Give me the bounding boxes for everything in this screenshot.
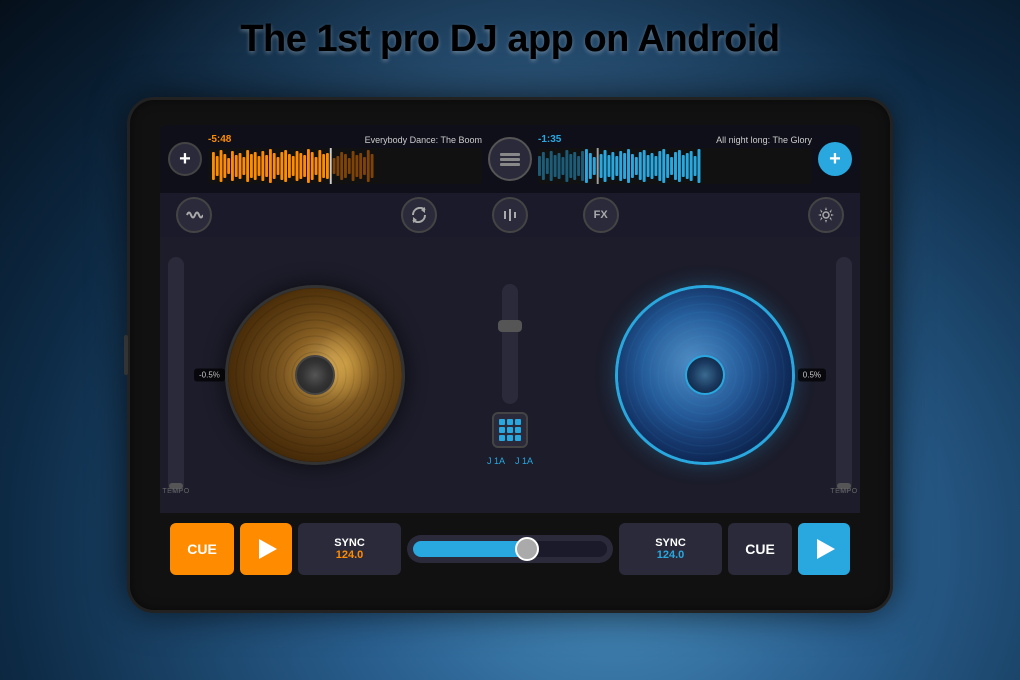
grid-dot-1 [499,419,505,425]
track-right-name: All night long: The Glory [716,135,812,145]
pitch-badge-left: -0.5% [194,369,225,382]
sync-toggle-button[interactable] [401,197,437,233]
center-labels: J 1A J 1A [487,456,533,466]
crossfader-thumb[interactable] [515,537,539,561]
grid-dot-4 [499,427,505,433]
vinyl-line-2 [500,158,520,161]
top-waveform-bar: + -5:48 Everybody Dance: The Boom [160,125,860,193]
grid-dot-2 [507,419,513,425]
plus-icon-right: + [829,148,841,171]
cue-label-left: CUE [187,541,217,557]
center-vinyl-button[interactable] [488,137,532,181]
sync-bpm-right: 124.0 [657,549,685,561]
fx-label: FX [594,209,608,221]
vinyl-line-1 [500,153,520,156]
waveform-bars-orange [208,148,482,184]
tempo-slider-right[interactable]: TEMPO [836,257,852,493]
track-left-panel: -5:48 Everybody Dance: The Boom [208,134,482,184]
vinyl-right-image [618,288,792,462]
track-right-time: -1:35 [538,134,561,145]
sync-label-right: SYNC [655,537,686,549]
grid-dot-6 [515,427,521,433]
deck-right: 0.5% TEMPO [550,237,860,513]
track-right-info: -1:35 All night long: The Glory [538,134,812,145]
tempo-slider-left[interactable]: TEMPO [168,257,184,493]
tablet-screen: + -5:48 Everybody Dance: The Boom [160,125,860,585]
play-icon-left [259,539,277,559]
track-right-panel: -1:35 All night long: The Glory [538,134,812,184]
grid-dot-9 [515,435,521,441]
vinyl-disc-right[interactable] [615,285,795,465]
center-label-left: J 1A [487,456,505,466]
cue-button-right[interactable]: CUE [728,523,792,575]
track-left-info: -5:48 Everybody Dance: The Boom [208,134,482,145]
bottom-controls: CUE SYNC 124.0 SYNC 124. [160,513,860,585]
sync-button-right[interactable]: SYNC 124.0 [619,523,722,575]
title-area: The 1st pro DJ app on Android [0,18,1020,61]
play-icon-right [817,539,835,559]
settings-button[interactable] [808,197,844,233]
crossfader-vertical[interactable] [502,284,518,404]
deck-left: TEMPO -0.5% [160,237,470,513]
eq-button[interactable] [492,197,528,233]
waveform-bars-blue [538,148,812,184]
track-left-time: -5:48 [208,134,231,145]
dj-interface: + -5:48 Everybody Dance: The Boom [160,125,860,585]
fx-button[interactable]: FX [583,197,619,233]
vinyl-left-image [228,288,402,462]
center-panel: J 1A J 1A [470,237,550,513]
tablet-side-button [124,335,128,375]
grid-dot-8 [507,435,513,441]
vinyl-line-3 [500,163,520,166]
waveform-right [538,148,812,184]
play-button-right[interactable] [798,523,850,575]
waveform-left [208,148,482,184]
grid-dot-7 [499,435,505,441]
waveform-toggle-button[interactable] [176,197,212,233]
center-label-right: J 1A [515,456,533,466]
sync-label-left: SYNC [334,537,365,549]
play-button-left[interactable] [240,523,292,575]
cue-button-left[interactable]: CUE [170,523,234,575]
vinyl-disc-left[interactable] [225,285,405,465]
pitch-badge-right: 0.5% [798,369,826,382]
crossfader-vertical-thumb [498,320,522,332]
tempo-label-right: TEMPO [830,488,857,495]
vinyl-center-right [685,355,725,395]
vinyl-icon [488,137,532,181]
add-track-left-button[interactable]: + [168,142,202,176]
page-title: The 1st pro DJ app on Android [0,18,1020,61]
plus-icon-left: + [179,148,191,171]
tempo-label-left: TEMPO [162,488,189,495]
crossfader-horizontal[interactable] [407,535,613,563]
pad-grid-button[interactable] [492,412,528,448]
grid-dot-3 [515,419,521,425]
tablet-device: + -5:48 Everybody Dance: The Boom [130,100,890,610]
cue-label-right: CUE [745,541,775,557]
track-left-name: Everybody Dance: The Boom [365,135,482,145]
add-track-right-button[interactable]: + [818,142,852,176]
vinyl-center-left [295,355,335,395]
turntable-area: TEMPO -0.5% [160,237,860,513]
controls-row: FX [160,193,860,237]
grid-dot-5 [507,427,513,433]
sync-bpm-left: 124.0 [336,549,364,561]
sync-button-left[interactable]: SYNC 124.0 [298,523,401,575]
